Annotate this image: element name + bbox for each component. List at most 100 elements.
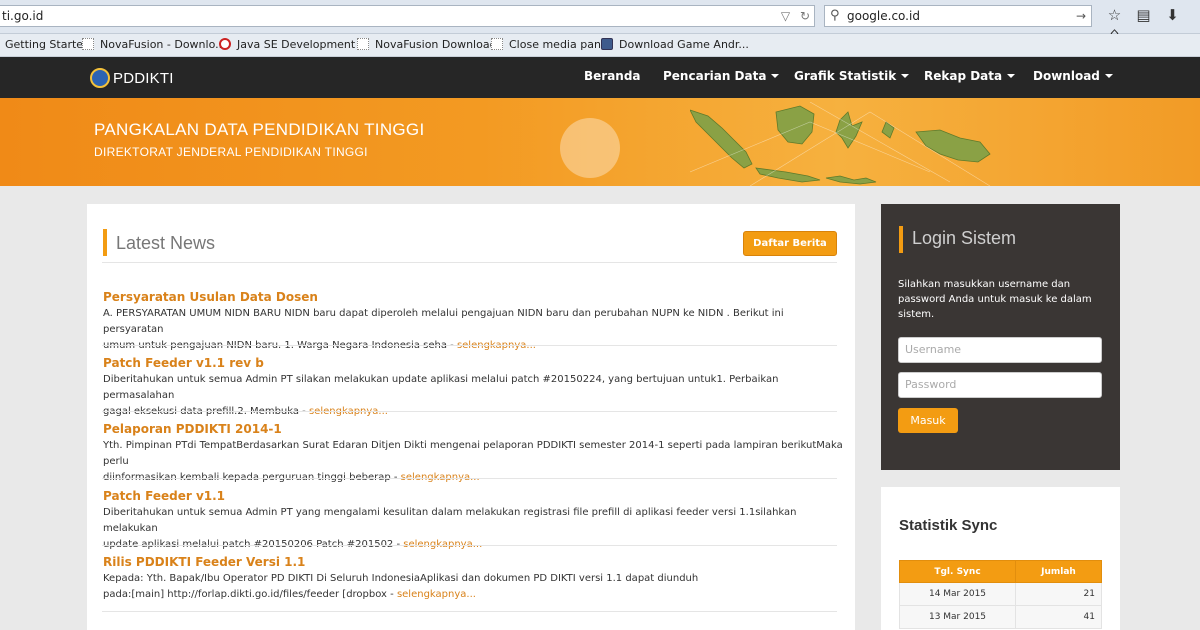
banner-subtitle: DIREKTORAT JENDERAL PENDIDIKAN TINGGI — [94, 145, 368, 159]
hero-banner: PANGKALAN DATA PENDIDIKAN TINGGI DIREKTO… — [0, 98, 1200, 186]
url-bar[interactable]: ti.go.id ▽ ↻ — [0, 5, 815, 27]
section-accent-bar — [899, 226, 903, 253]
excerpt-line: gagal eksekusi data prefill.2. Membuka -… — [103, 404, 843, 420]
login-description: Silahkan masukkan username dan password … — [898, 279, 1092, 320]
sync-count: 21 — [1015, 582, 1102, 606]
bookmark-close-media-panel[interactable]: Close media panel — [491, 38, 611, 51]
news-item-excerpt: A. PERSYARATAN UMUM NIDN BARU NIDN baru … — [103, 306, 843, 354]
page-icon — [491, 38, 503, 50]
bookmark-star-icon[interactable]: ☆ — [1100, 6, 1129, 24]
excerpt-line: Diberitahukan untuk semua Admin PT yang … — [103, 507, 797, 534]
excerpt-line: Yth. Pimpinan PTdi TempatBerdasarkan Sur… — [103, 440, 843, 467]
divider — [102, 411, 837, 412]
game-icon — [601, 38, 613, 50]
sync-date: 13 Mar 2015 — [899, 605, 1016, 629]
excerpt-line: pada:[main] http://forlap.dikti.go.id/fi… — [103, 587, 843, 603]
sync-table: Tgl. Sync Jumlah 14 Mar 2015 21 13 Mar 2… — [899, 560, 1102, 629]
caret-down-icon — [1104, 74, 1113, 78]
latest-news-panel: Latest News Daftar Berita Persyaratan Us… — [87, 204, 855, 630]
section-accent-bar — [103, 229, 107, 256]
nav-label: Pencarian Data — [663, 69, 767, 83]
read-more-link[interactable]: selengkapnya... — [397, 589, 476, 600]
bookmarks-bar: Getting Started NovaFusion - Downlo... J… — [0, 34, 1200, 57]
table-row: 14 Mar 2015 21 — [899, 582, 1102, 606]
caret-down-icon — [901, 74, 910, 78]
divider — [102, 545, 837, 546]
bookmark-label: NovaFusion Downloads — [375, 38, 503, 51]
url-text[interactable]: ti.go.id — [2, 9, 43, 23]
login-heading: Login Sistem — [912, 228, 1017, 248]
indonesia-map-graphic — [690, 102, 991, 186]
nav-label: Download — [1033, 69, 1100, 83]
divider — [102, 345, 837, 346]
bookmark-novafusion-downloads[interactable]: NovaFusion Downloads — [357, 38, 502, 51]
site-navbar: PDDIKTI Beranda Pencarian Data Grafik St… — [0, 57, 1200, 98]
username-input[interactable]: Username — [898, 337, 1102, 363]
banner-title: PANGKALAN DATA PENDIDIKAN TINGGI — [94, 120, 425, 139]
password-input[interactable]: Password — [898, 372, 1102, 398]
sun-decoration — [560, 118, 620, 178]
reload-icon[interactable]: ↻ — [800, 9, 810, 23]
nav-label: Grafik Statistik — [794, 69, 897, 83]
search-go-icon[interactable]: → — [1076, 6, 1086, 26]
bookmark-label: Getting Started — [5, 38, 91, 51]
clipboard-icon[interactable]: ▤ — [1129, 6, 1158, 24]
search-value[interactable]: google.co.id — [847, 9, 920, 23]
search-bar[interactable]: ⚲ google.co.id → — [824, 5, 1092, 27]
news-item-title[interactable]: Rilis PDDIKTI Feeder Versi 1.1 — [103, 555, 305, 569]
news-item-excerpt: Diberitahukan untuk semua Admin PT silak… — [103, 372, 843, 420]
bookmark-label: Close media panel — [509, 38, 611, 51]
column-header-jumlah: Jumlah — [1015, 560, 1102, 583]
daftar-berita-button[interactable]: Daftar Berita — [743, 231, 837, 256]
news-item-title[interactable]: Persyaratan Usulan Data Dosen — [103, 290, 318, 304]
table-header-row: Tgl. Sync Jumlah — [899, 560, 1102, 583]
bookmark-getting-started[interactable]: Getting Started — [5, 38, 90, 51]
sync-date: 14 Mar 2015 — [899, 582, 1016, 606]
browser-toolbar: ti.go.id ▽ ↻ ⚲ google.co.id → ☆ ▤ ⬇⌂ — [0, 0, 1200, 42]
bookmark-novafusion-download[interactable]: NovaFusion - Downlo... — [82, 38, 226, 51]
login-panel: Login Sistem Silahkan masukkan username … — [881, 204, 1120, 470]
caret-down-icon — [1007, 74, 1016, 78]
news-item-title[interactable]: Patch Feeder v1.1 — [103, 489, 225, 503]
news-item-title[interactable]: Patch Feeder v1.1 rev b — [103, 356, 264, 370]
excerpt-line: Kepada: Yth. Bapak/Ibu Operator PD DIKTI… — [103, 573, 699, 584]
nav-rekap-data[interactable]: Rekap Data — [924, 69, 1016, 83]
dropdown-arrow-icon[interactable]: ▽ — [781, 9, 790, 23]
excerpt-line: A. PERSYARATAN UMUM NIDN BARU NIDN baru … — [103, 308, 784, 335]
nav-download[interactable]: Download — [1033, 69, 1113, 83]
table-row: 13 Mar 2015 41 — [899, 605, 1102, 629]
emblem-icon — [90, 68, 110, 88]
sync-count: 41 — [1015, 605, 1102, 629]
excerpt-line: Diberitahukan untuk semua Admin PT silak… — [103, 374, 779, 401]
download-arrow-icon[interactable]: ⬇ — [1158, 6, 1187, 24]
caret-down-icon — [771, 74, 780, 78]
nav-pencarian-data[interactable]: Pencarian Data — [663, 69, 780, 83]
statistik-sync-panel: Statistik Sync Tgl. Sync Jumlah 14 Mar 2… — [881, 487, 1120, 630]
masuk-button[interactable]: Masuk — [898, 408, 958, 433]
nav-label: Rekap Data — [924, 69, 1003, 83]
page-icon — [82, 38, 94, 50]
java-icon — [219, 38, 231, 50]
divider — [102, 611, 837, 612]
excerpt-text: pada:[main] http://forlap.dikti.go.id/fi… — [103, 589, 397, 600]
news-heading: Latest News — [116, 233, 216, 253]
bookmark-label: NovaFusion - Downlo... — [100, 38, 226, 51]
nav-grafik-statistik[interactable]: Grafik Statistik — [794, 69, 910, 83]
stat-heading: Statistik Sync — [899, 517, 998, 534]
nav-beranda[interactable]: Beranda — [584, 69, 641, 83]
divider — [102, 262, 837, 263]
column-header-tgl: Tgl. Sync — [899, 560, 1016, 583]
search-icon: ⚲ — [830, 8, 840, 23]
news-item-excerpt: Kepada: Yth. Bapak/Ibu Operator PD DIKTI… — [103, 571, 843, 603]
logo-text: PDDIKTI — [113, 70, 174, 87]
bookmark-label: Download Game Andr... — [619, 38, 749, 51]
bookmark-label: Java SE Development ... — [237, 38, 370, 51]
site-logo[interactable]: PDDIKTI — [90, 68, 174, 88]
excerpt-line: umum untuk pengajuan NIDN baru. 1. Warga… — [103, 338, 843, 354]
page-icon — [357, 38, 369, 50]
news-item-title[interactable]: Pelaporan PDDIKTI 2014-1 — [103, 422, 282, 436]
nav-label: Beranda — [584, 69, 641, 83]
bookmark-java-se[interactable]: Java SE Development ... — [219, 38, 369, 51]
bookmark-download-game[interactable]: Download Game Andr... — [601, 38, 749, 51]
divider — [102, 478, 837, 479]
